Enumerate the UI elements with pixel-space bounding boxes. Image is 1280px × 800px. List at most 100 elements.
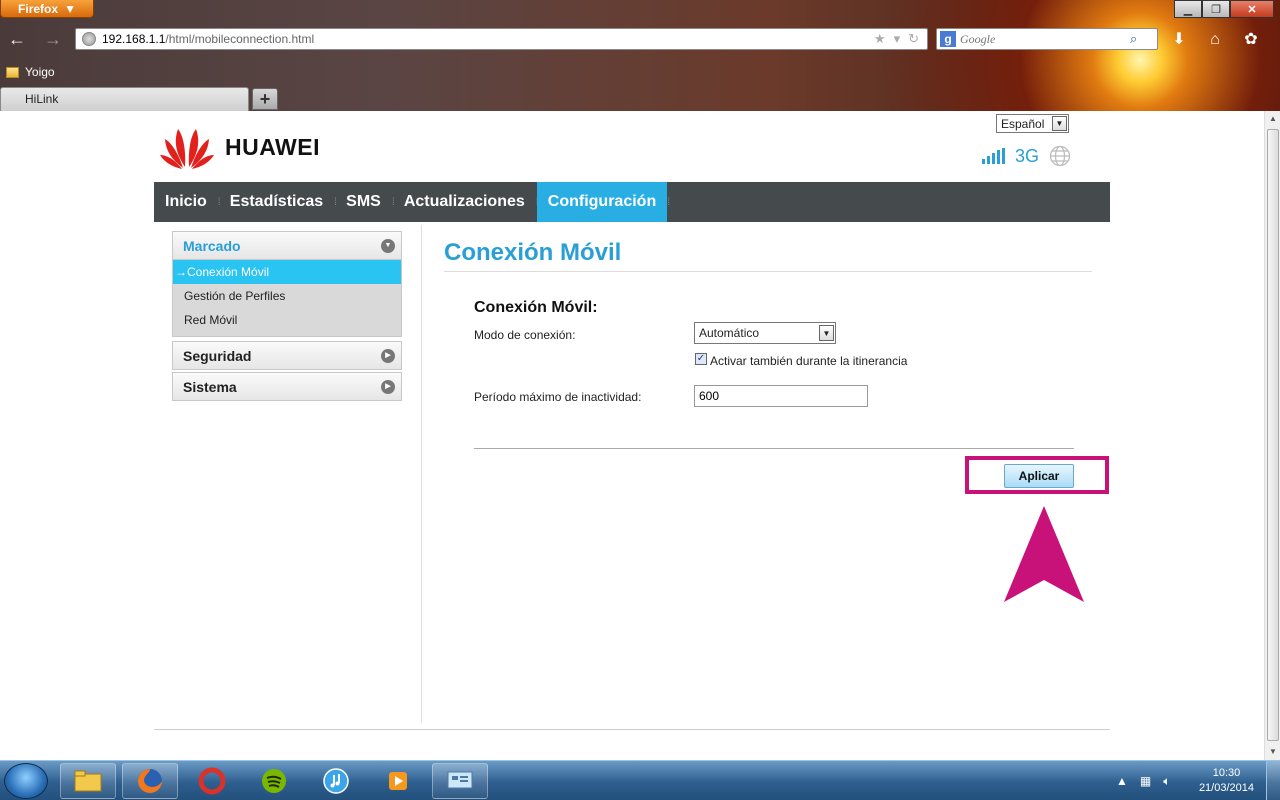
language-select[interactable]: Español ▼ <box>996 114 1069 133</box>
scrollbar-thumb[interactable] <box>1267 129 1279 741</box>
show-desktop-button[interactable] <box>1266 761 1280 800</box>
firefox-menu-label: Firefox <box>18 1 59 16</box>
sidebar-section-sistema[interactable]: Sistema ▶ <box>172 372 402 401</box>
sidebar-item-gestion-perfiles[interactable]: Gestión de Perfiles <box>173 284 401 308</box>
system-clock[interactable]: 10:30 21/03/2014 <box>1199 766 1254 796</box>
tray-expand-icon[interactable]: ▲ <box>1116 774 1128 788</box>
sidebar-item-red-movil[interactable]: Red Móvil <box>173 308 401 332</box>
browser-chrome: Firefox ▼ ▁ ❐ ✕ ← → 192.168.1.1/html/mob… <box>0 0 1280 111</box>
page-title: Conexión Móvil <box>444 239 622 266</box>
back-arrow-icon[interactable]: ← <box>6 28 28 50</box>
itunes-taskbar-button[interactable] <box>308 763 364 799</box>
idle-period-label: Período máximo de inactividad: <box>474 390 642 404</box>
restore-icon[interactable]: ❐ <box>1202 0 1230 18</box>
minimize-icon[interactable]: ▁ <box>1174 0 1202 18</box>
title-divider <box>444 271 1092 272</box>
vertical-scrollbar[interactable]: ▲ ▼ <box>1264 111 1280 760</box>
start-button[interactable] <box>4 763 48 799</box>
tab-hilink[interactable]: HiLink <box>0 87 249 111</box>
huawei-flower-icon <box>160 129 214 169</box>
firefox-taskbar-button[interactable] <box>122 763 178 799</box>
connection-mode-value: Automático <box>699 326 760 340</box>
nav-actualizaciones[interactable]: Actualizaciones <box>393 182 536 222</box>
main-navigation: Inicio ⁞ Estadísticas ⁞ SMS ⁞ Actualizac… <box>154 182 1110 222</box>
firefox-icon <box>138 769 162 793</box>
spotify-icon <box>262 769 286 793</box>
scroll-down-icon[interactable]: ▼ <box>1265 744 1280 760</box>
new-tab-button[interactable]: + <box>252 88 278 110</box>
google-search-engine-icon[interactable]: g <box>940 31 956 47</box>
explorer-taskbar-button[interactable] <box>60 763 116 799</box>
connection-mode-select[interactable]: Automático ▼ <box>694 322 836 344</box>
connection-mode-label: Modo de conexión: <box>474 328 576 342</box>
form-divider <box>474 448 1074 449</box>
idle-period-input[interactable] <box>694 385 868 407</box>
huawei-logo: HUAWEI <box>159 125 320 169</box>
bookmarks-toolbar: Yoigo <box>0 62 55 82</box>
media-player-taskbar-button[interactable] <box>370 763 426 799</box>
scroll-up-icon[interactable]: ▲ <box>1265 111 1280 127</box>
media-player-icon <box>389 772 407 790</box>
control-panel-taskbar-button[interactable] <box>432 763 488 799</box>
folder-icon <box>74 770 102 792</box>
globe-icon <box>1049 145 1071 167</box>
windows-taskbar: ▲ ▦ 🔈︎ 10:30 21/03/2014 <box>0 760 1280 800</box>
firefox-menu-button[interactable]: Firefox ▼ <box>0 0 94 18</box>
chevron-down-icon: ▼ <box>1052 116 1067 131</box>
roaming-label: Activar también durante la itinerancia <box>710 354 908 368</box>
sidebar-section-label: Sistema <box>183 378 237 395</box>
sidebar-submenu-marcado: →Conexión Móvil Gestión de Perfiles Red … <box>172 260 402 337</box>
dropdown-arrow-icon[interactable]: ▾ <box>894 31 901 47</box>
network-tray-icon[interactable]: ▦ <box>1140 774 1151 788</box>
clock-time: 10:30 <box>1212 767 1241 779</box>
search-icon[interactable]: ⌕ <box>1130 31 1137 47</box>
sidebar-section-label: Seguridad <box>183 347 252 364</box>
form-section-heading: Conexión Móvil: <box>474 299 598 316</box>
footer-divider <box>154 729 1110 730</box>
volume-icon[interactable]: 🔈︎ <box>1163 774 1170 789</box>
nav-estadisticas[interactable]: Estadísticas <box>219 182 334 222</box>
address-bar[interactable]: 192.168.1.1/html/mobileconnection.html ★… <box>75 28 928 50</box>
chevron-down-icon: ▼ <box>64 1 76 16</box>
home-icon[interactable]: ⌂ <box>1204 29 1226 51</box>
bookmark-yoigo[interactable]: Yoigo <box>25 65 55 79</box>
column-divider <box>421 225 422 723</box>
signal-strength-icon <box>982 148 1005 164</box>
sidebar-section-marcado[interactable]: Marcado ▼ <box>172 231 402 260</box>
control-panel-icon <box>447 771 473 789</box>
itunes-icon <box>323 768 349 794</box>
sidebar-section-label: Marcado <box>183 237 241 254</box>
bookmark-star-icon[interactable]: ★ <box>874 31 886 47</box>
sidebar-item-conexion-movil[interactable]: →Conexión Móvil <box>173 260 401 284</box>
chevron-right-icon: ▶ <box>381 380 395 394</box>
language-value: Español <box>1001 116 1045 131</box>
annotation-highlight-box <box>965 456 1109 494</box>
nav-sms[interactable]: SMS <box>335 182 392 222</box>
download-arrow-icon[interactable]: ⬇ <box>1168 29 1190 51</box>
forward-arrow-icon[interactable]: → <box>42 28 64 50</box>
sidebar-section-seguridad[interactable]: Seguridad ▶ <box>172 341 402 370</box>
addon-menu-icon[interactable]: ✿ <box>1240 29 1262 51</box>
chevron-down-icon: ▼ <box>819 325 834 341</box>
nav-inicio[interactable]: Inicio <box>154 182 218 222</box>
nav-configuracion[interactable]: Configuración <box>536 182 668 222</box>
clock-date: 21/03/2014 <box>1198 782 1254 794</box>
spotify-taskbar-button[interactable] <box>246 763 302 799</box>
ccleaner-taskbar-button[interactable] <box>184 763 240 799</box>
page-viewport: Español ▼ HUAWEI 3G Inicio ⁞ Estadística… <box>0 111 1264 760</box>
brand-name: HUAWEI <box>225 133 320 160</box>
close-icon[interactable]: ✕ <box>1230 0 1274 18</box>
search-input[interactable] <box>960 31 1130 47</box>
folder-icon <box>6 66 19 78</box>
network-type: 3G <box>1015 145 1040 166</box>
window-controls: ▁ ❐ ✕ <box>1174 0 1274 18</box>
settings-sidebar: Marcado ▼ →Conexión Móvil Gestión de Per… <box>172 231 402 403</box>
navigation-toolbar: ← → 192.168.1.1/html/mobileconnection.ht… <box>0 26 1280 54</box>
chevron-right-icon: ▶ <box>381 349 395 363</box>
reload-icon[interactable]: ↻ <box>908 31 919 47</box>
roaming-checkbox[interactable]: ✓ <box>695 353 707 365</box>
router-admin-page: Español ▼ HUAWEI 3G Inicio ⁞ Estadística… <box>154 111 1110 760</box>
ccleaner-icon <box>198 767 226 795</box>
search-bar[interactable]: g ⌕ <box>936 28 1158 50</box>
site-identity-icon[interactable] <box>82 32 96 46</box>
